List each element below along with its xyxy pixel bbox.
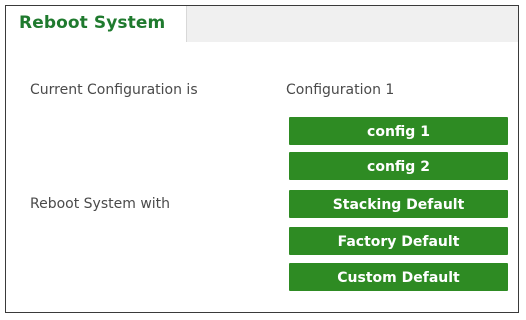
reboot-config-1-button[interactable]: config 1 [289, 117, 508, 145]
current-configuration-label: Current Configuration is [30, 82, 198, 98]
reboot-system-panel: Reboot System Current Configuration is C… [5, 5, 519, 313]
current-configuration-value: Configuration 1 [286, 82, 395, 98]
custom-default-button[interactable]: Custom Default [289, 263, 508, 291]
tab-bar: Reboot System [6, 6, 518, 42]
stacking-default-button[interactable]: Stacking Default [289, 190, 508, 218]
tab-reboot-system[interactable]: Reboot System [6, 6, 187, 42]
tab-reboot-system-label: Reboot System [19, 13, 166, 33]
factory-default-button[interactable]: Factory Default [289, 227, 508, 255]
reboot-config-2-button[interactable]: config 2 [289, 152, 508, 180]
reboot-system-with-label: Reboot System with [30, 196, 171, 212]
